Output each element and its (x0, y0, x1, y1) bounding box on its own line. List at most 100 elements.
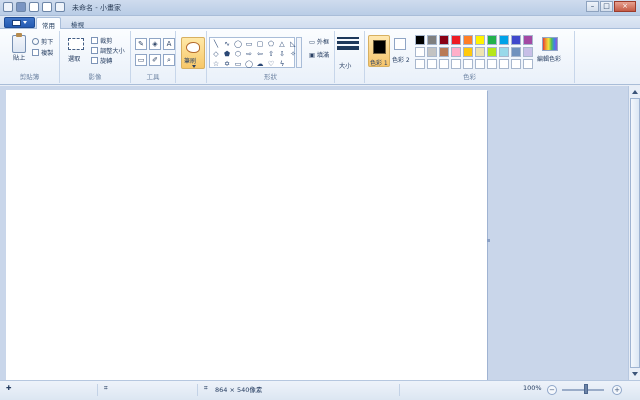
line-shape-icon[interactable]: ╲ (211, 39, 221, 48)
color-swatch[interactable] (511, 47, 521, 57)
tab-home[interactable]: 常用 (36, 17, 61, 30)
triangle-shape-icon[interactable]: △ (277, 39, 287, 48)
right-arrow-shape-icon[interactable]: ⇨ (244, 49, 254, 58)
window-controls: – □ × (586, 1, 636, 12)
text-icon[interactable]: A (163, 38, 175, 50)
fill-button[interactable]: ▣ 填滿 (309, 50, 329, 59)
down-arrow-shape-icon[interactable]: ⇩ (277, 49, 287, 58)
zoom-level: 100% (523, 384, 542, 392)
pencil-icon[interactable]: ✎ (135, 38, 147, 50)
five-point-star-shape-icon[interactable]: ☆ (211, 59, 221, 68)
scroll-thumb[interactable] (630, 98, 640, 368)
color-swatch[interactable] (439, 47, 449, 57)
app-icon[interactable] (3, 2, 13, 12)
color-2-button[interactable]: 色彩 2 (392, 38, 410, 64)
brushes-button[interactable]: 筆刷 (181, 37, 205, 69)
color-swatch[interactable] (499, 35, 509, 45)
color-swatch[interactable] (463, 47, 473, 57)
undo-icon[interactable] (29, 2, 39, 12)
diamond-shape-icon[interactable]: ◇ (211, 49, 221, 58)
left-arrow-shape-icon[interactable]: ⇦ (255, 49, 265, 58)
vertical-scrollbar[interactable] (628, 86, 640, 380)
color-swatch[interactable] (427, 59, 437, 69)
six-point-star-shape-icon[interactable]: ✡ (222, 59, 232, 68)
polygon-shape-icon[interactable]: ⬠ (266, 39, 276, 48)
paste-icon[interactable] (12, 33, 26, 53)
scroll-up-icon[interactable] (632, 90, 638, 94)
cut-button[interactable]: 剪下 (32, 37, 53, 46)
color-swatch[interactable] (511, 35, 521, 45)
outline-button[interactable]: ▭ 外框 (309, 37, 329, 46)
file-menu-button[interactable] (4, 17, 35, 28)
scroll-down-icon[interactable] (632, 372, 638, 376)
color-swatch[interactable] (439, 35, 449, 45)
color-swatch[interactable] (487, 47, 497, 57)
color-swatch[interactable] (451, 35, 461, 45)
zoom-in-button[interactable]: + (612, 385, 622, 395)
color-swatch[interactable] (463, 59, 473, 69)
color-swatch[interactable] (451, 59, 461, 69)
oval-callout-shape-icon[interactable]: ◯ (244, 59, 254, 68)
color-swatch[interactable] (451, 47, 461, 57)
color-swatch[interactable] (415, 35, 425, 45)
color-swatch[interactable] (487, 35, 497, 45)
color-swatch[interactable] (511, 59, 521, 69)
rectangle-shape-icon[interactable]: ▭ (244, 39, 254, 48)
paste-button[interactable]: 貼上 (13, 55, 25, 62)
shapes-scroll[interactable] (296, 37, 302, 68)
color-swatch[interactable] (523, 35, 533, 45)
copy-button[interactable]: 複製 (32, 48, 53, 57)
chevron-down-icon (23, 21, 27, 24)
zoom-out-button[interactable]: − (547, 385, 557, 395)
minimize-button[interactable]: – (586, 1, 599, 12)
color-swatch[interactable] (523, 59, 533, 69)
colors-group-label: 色彩 (463, 73, 476, 81)
heart-shape-icon[interactable]: ♡ (266, 59, 276, 68)
color-swatch[interactable] (487, 59, 497, 69)
select-button[interactable]: 選取 (68, 54, 80, 63)
color-swatch[interactable] (439, 59, 449, 69)
color-swatch[interactable] (415, 59, 425, 69)
eraser-icon[interactable]: ▭ (135, 54, 147, 66)
edit-colors-button[interactable]: 編輯色彩 (537, 37, 563, 67)
select-icon[interactable] (68, 38, 84, 50)
color-swatch[interactable] (463, 35, 473, 45)
pentagon-shape-icon[interactable]: ⬟ (222, 49, 232, 58)
color-swatch[interactable] (475, 35, 485, 45)
close-button[interactable]: × (614, 1, 636, 12)
magnifier-icon[interactable]: ⌕ (163, 54, 175, 66)
color-swatch[interactable] (499, 47, 509, 57)
drawing-canvas[interactable] (6, 90, 487, 382)
color-swatch[interactable] (427, 47, 437, 57)
color-swatch[interactable] (475, 59, 485, 69)
color-swatch[interactable] (415, 47, 425, 57)
zoom-slider-track[interactable] (562, 389, 604, 391)
cut-label: 剪下 (41, 39, 54, 46)
color-swatch[interactable] (475, 47, 485, 57)
color-swatch[interactable] (427, 35, 437, 45)
redo-icon[interactable] (42, 2, 52, 12)
color-swatch[interactable] (499, 59, 509, 69)
cloud-callout-shape-icon[interactable]: ☁ (255, 59, 265, 68)
lightning-shape-icon[interactable]: ϟ (277, 59, 287, 68)
size-button[interactable]: 大小 (337, 37, 359, 70)
resize-button[interactable]: 調整大小 (91, 46, 125, 55)
color-swatch[interactable] (523, 47, 533, 57)
oval-shape-icon[interactable]: ◯ (233, 39, 243, 48)
curve-shape-icon[interactable]: ∿ (222, 39, 232, 48)
rotate-button[interactable]: 旋轉 (91, 56, 112, 65)
color-picker-icon[interactable]: ✐ (149, 54, 161, 66)
maximize-button[interactable]: □ (600, 1, 613, 12)
save-icon[interactable] (16, 2, 26, 12)
rounded-callout-shape-icon[interactable]: ▭ (233, 59, 243, 68)
tab-view[interactable]: 檢視 (66, 17, 89, 29)
customize-qat-icon[interactable] (55, 2, 65, 12)
crop-button[interactable]: 裁剪 (91, 36, 112, 45)
color-1-button[interactable]: 色彩 1 (368, 35, 390, 67)
zoom-slider-thumb[interactable] (584, 384, 588, 394)
fill-icon[interactable]: ◈ (149, 38, 161, 50)
hexagon-shape-icon[interactable]: ⬡ (233, 49, 243, 58)
rounded-rectangle-shape-icon[interactable]: ▢ (255, 39, 265, 48)
up-arrow-shape-icon[interactable]: ⇧ (266, 49, 276, 58)
canvas-resize-handle[interactable] (487, 239, 490, 242)
